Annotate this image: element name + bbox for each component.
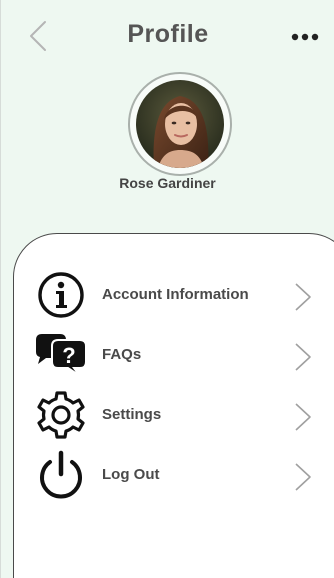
menu-item-settings[interactable]: Settings — [1, 386, 334, 442]
menu-item-faqs[interactable]: ? FAQs — [1, 326, 334, 382]
menu-item-log-out[interactable]: Log Out — [1, 446, 334, 502]
header: Profile — [1, 0, 334, 70]
gear-icon — [37, 391, 85, 439]
menu-item-account-information[interactable]: Account Information — [1, 266, 334, 322]
menu-item-label: FAQs — [102, 346, 142, 363]
menu-item-label: Settings — [102, 406, 162, 423]
chevron-right-icon — [295, 283, 311, 311]
menu-item-label: Log Out — [102, 466, 160, 483]
avatar-photo — [136, 80, 224, 168]
page-title: Profile — [127, 20, 209, 48]
profile-screen: Profile Rose Gardiner Account Informatio… — [0, 0, 334, 578]
menu-item-label: Account Information — [102, 286, 249, 303]
chevron-right-icon — [295, 343, 311, 371]
avatar[interactable] — [128, 72, 232, 176]
chevron-right-icon — [295, 463, 311, 491]
user-name: Rose Gardiner — [119, 175, 216, 191]
faq-chat-icon: ? — [36, 334, 87, 377]
info-icon — [38, 272, 84, 318]
more-dots-icon — [291, 33, 319, 41]
power-icon — [40, 450, 82, 499]
svg-text:?: ? — [62, 343, 75, 368]
more-options-button[interactable] — [289, 30, 321, 42]
chevron-right-icon — [295, 403, 311, 431]
